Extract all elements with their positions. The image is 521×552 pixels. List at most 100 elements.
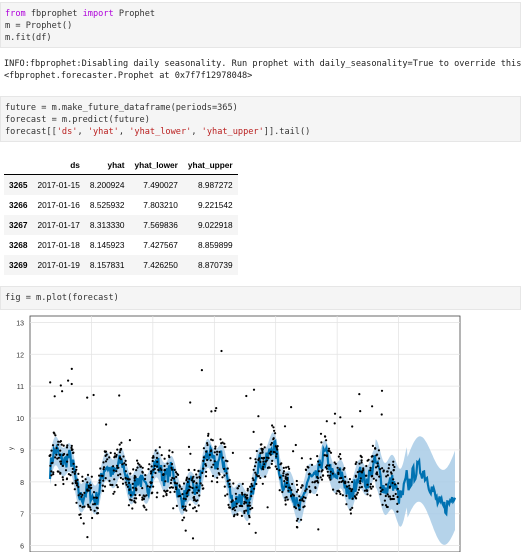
observed-point: [50, 462, 53, 465]
observed-point: [298, 499, 301, 502]
observed-point: [153, 464, 156, 467]
observed-point: [254, 458, 257, 461]
observed-point: [300, 486, 303, 489]
observed-point: [351, 480, 354, 484]
observed-point: [62, 478, 65, 481]
observed-point: [71, 467, 74, 470]
observed-point: [265, 459, 268, 462]
observed-point: [311, 481, 314, 484]
column-header: [4, 155, 33, 175]
observed-point: [274, 445, 277, 448]
observed-point: [128, 481, 131, 484]
observed-point: [372, 477, 375, 480]
observed-point: [301, 497, 304, 501]
observed-point: [338, 481, 341, 484]
observed-point: [138, 494, 141, 497]
observed-point: [234, 497, 238, 500]
observed-point: [222, 467, 226, 470]
observed-point: [166, 489, 169, 492]
observed-point: [129, 498, 132, 501]
observed-point: [171, 451, 174, 454]
observed-point: [276, 448, 279, 451]
observed-point: [339, 416, 342, 419]
observed-point: [83, 505, 86, 508]
observed-point: [339, 492, 342, 496]
observed-point: [67, 379, 70, 382]
observed-point: [206, 458, 209, 462]
observed-point: [138, 463, 141, 466]
observed-point: [70, 448, 73, 452]
observed-point: [187, 445, 191, 448]
observed-point: [90, 475, 93, 478]
observed-point: [67, 473, 70, 476]
code-cell-3[interactable]: fig = m.plot(forecast): [0, 286, 521, 310]
observed-point: [63, 452, 66, 456]
observed-point: [269, 450, 273, 453]
observed-point: [328, 476, 331, 479]
observed-point: [214, 409, 217, 412]
observed-point: [323, 435, 327, 438]
observed-point: [396, 495, 399, 499]
code-cell-1[interactable]: from fbprophet import Prophet m = Prophet…: [0, 2, 521, 48]
observed-point: [367, 458, 370, 461]
observed-point: [201, 484, 204, 487]
observed-point: [291, 482, 294, 486]
observed-point: [187, 468, 190, 472]
observed-point: [201, 487, 204, 490]
observed-point: [235, 505, 238, 508]
observed-point: [235, 502, 238, 505]
observed-point: [305, 488, 308, 491]
code-line: fig = m.plot(forecast): [5, 293, 119, 303]
observed-point: [168, 456, 171, 459]
observed-point: [254, 531, 257, 534]
observed-point: [248, 514, 251, 517]
observed-point: [345, 485, 349, 488]
observed-point: [60, 443, 63, 446]
observed-point: [132, 468, 135, 471]
observed-point: [57, 443, 60, 446]
observed-point: [366, 483, 369, 486]
observed-point: [366, 493, 369, 496]
table-cell: 7.426250: [143, 259, 178, 270]
observed-point: [248, 522, 251, 525]
observed-point: [300, 518, 303, 521]
observed-point: [188, 503, 191, 506]
observed-point: [245, 494, 249, 497]
observed-point: [359, 477, 362, 480]
observed-point: [285, 466, 288, 469]
observed-point: [150, 481, 153, 484]
observed-point: [163, 469, 166, 472]
observed-point: [296, 488, 299, 491]
observed-point: [210, 410, 213, 413]
observed-point: [273, 451, 276, 454]
observed-point: [77, 472, 80, 475]
observed-point: [96, 512, 99, 515]
observed-point: [102, 479, 105, 482]
observed-point: [93, 509, 96, 512]
observed-point: [334, 462, 337, 465]
observed-point: [195, 486, 198, 489]
observed-point: [120, 447, 123, 451]
observed-point: [70, 382, 73, 386]
observed-point: [131, 507, 134, 510]
observed-point: [55, 453, 58, 456]
observed-point: [78, 513, 81, 516]
observed-point: [108, 479, 111, 482]
observed-point: [72, 451, 75, 454]
observed-point: [211, 474, 215, 478]
observed-point: [81, 479, 84, 483]
code-cell-2-source: future = m.make_future_dataframe(periods…: [5, 102, 516, 138]
code-cell-2[interactable]: future = m.make_future_dataframe(periods…: [0, 96, 521, 142]
observed-point: [392, 460, 395, 463]
observed-point: [112, 469, 115, 472]
observed-point: [118, 443, 121, 446]
observed-point: [283, 480, 286, 483]
observed-point: [75, 501, 78, 504]
observed-point: [49, 453, 52, 457]
observed-point: [358, 462, 361, 465]
observed-point: [103, 450, 106, 453]
observed-point: [309, 491, 312, 494]
observed-point: [317, 470, 320, 473]
observed-point: [149, 472, 153, 475]
observed-point: [83, 491, 86, 494]
